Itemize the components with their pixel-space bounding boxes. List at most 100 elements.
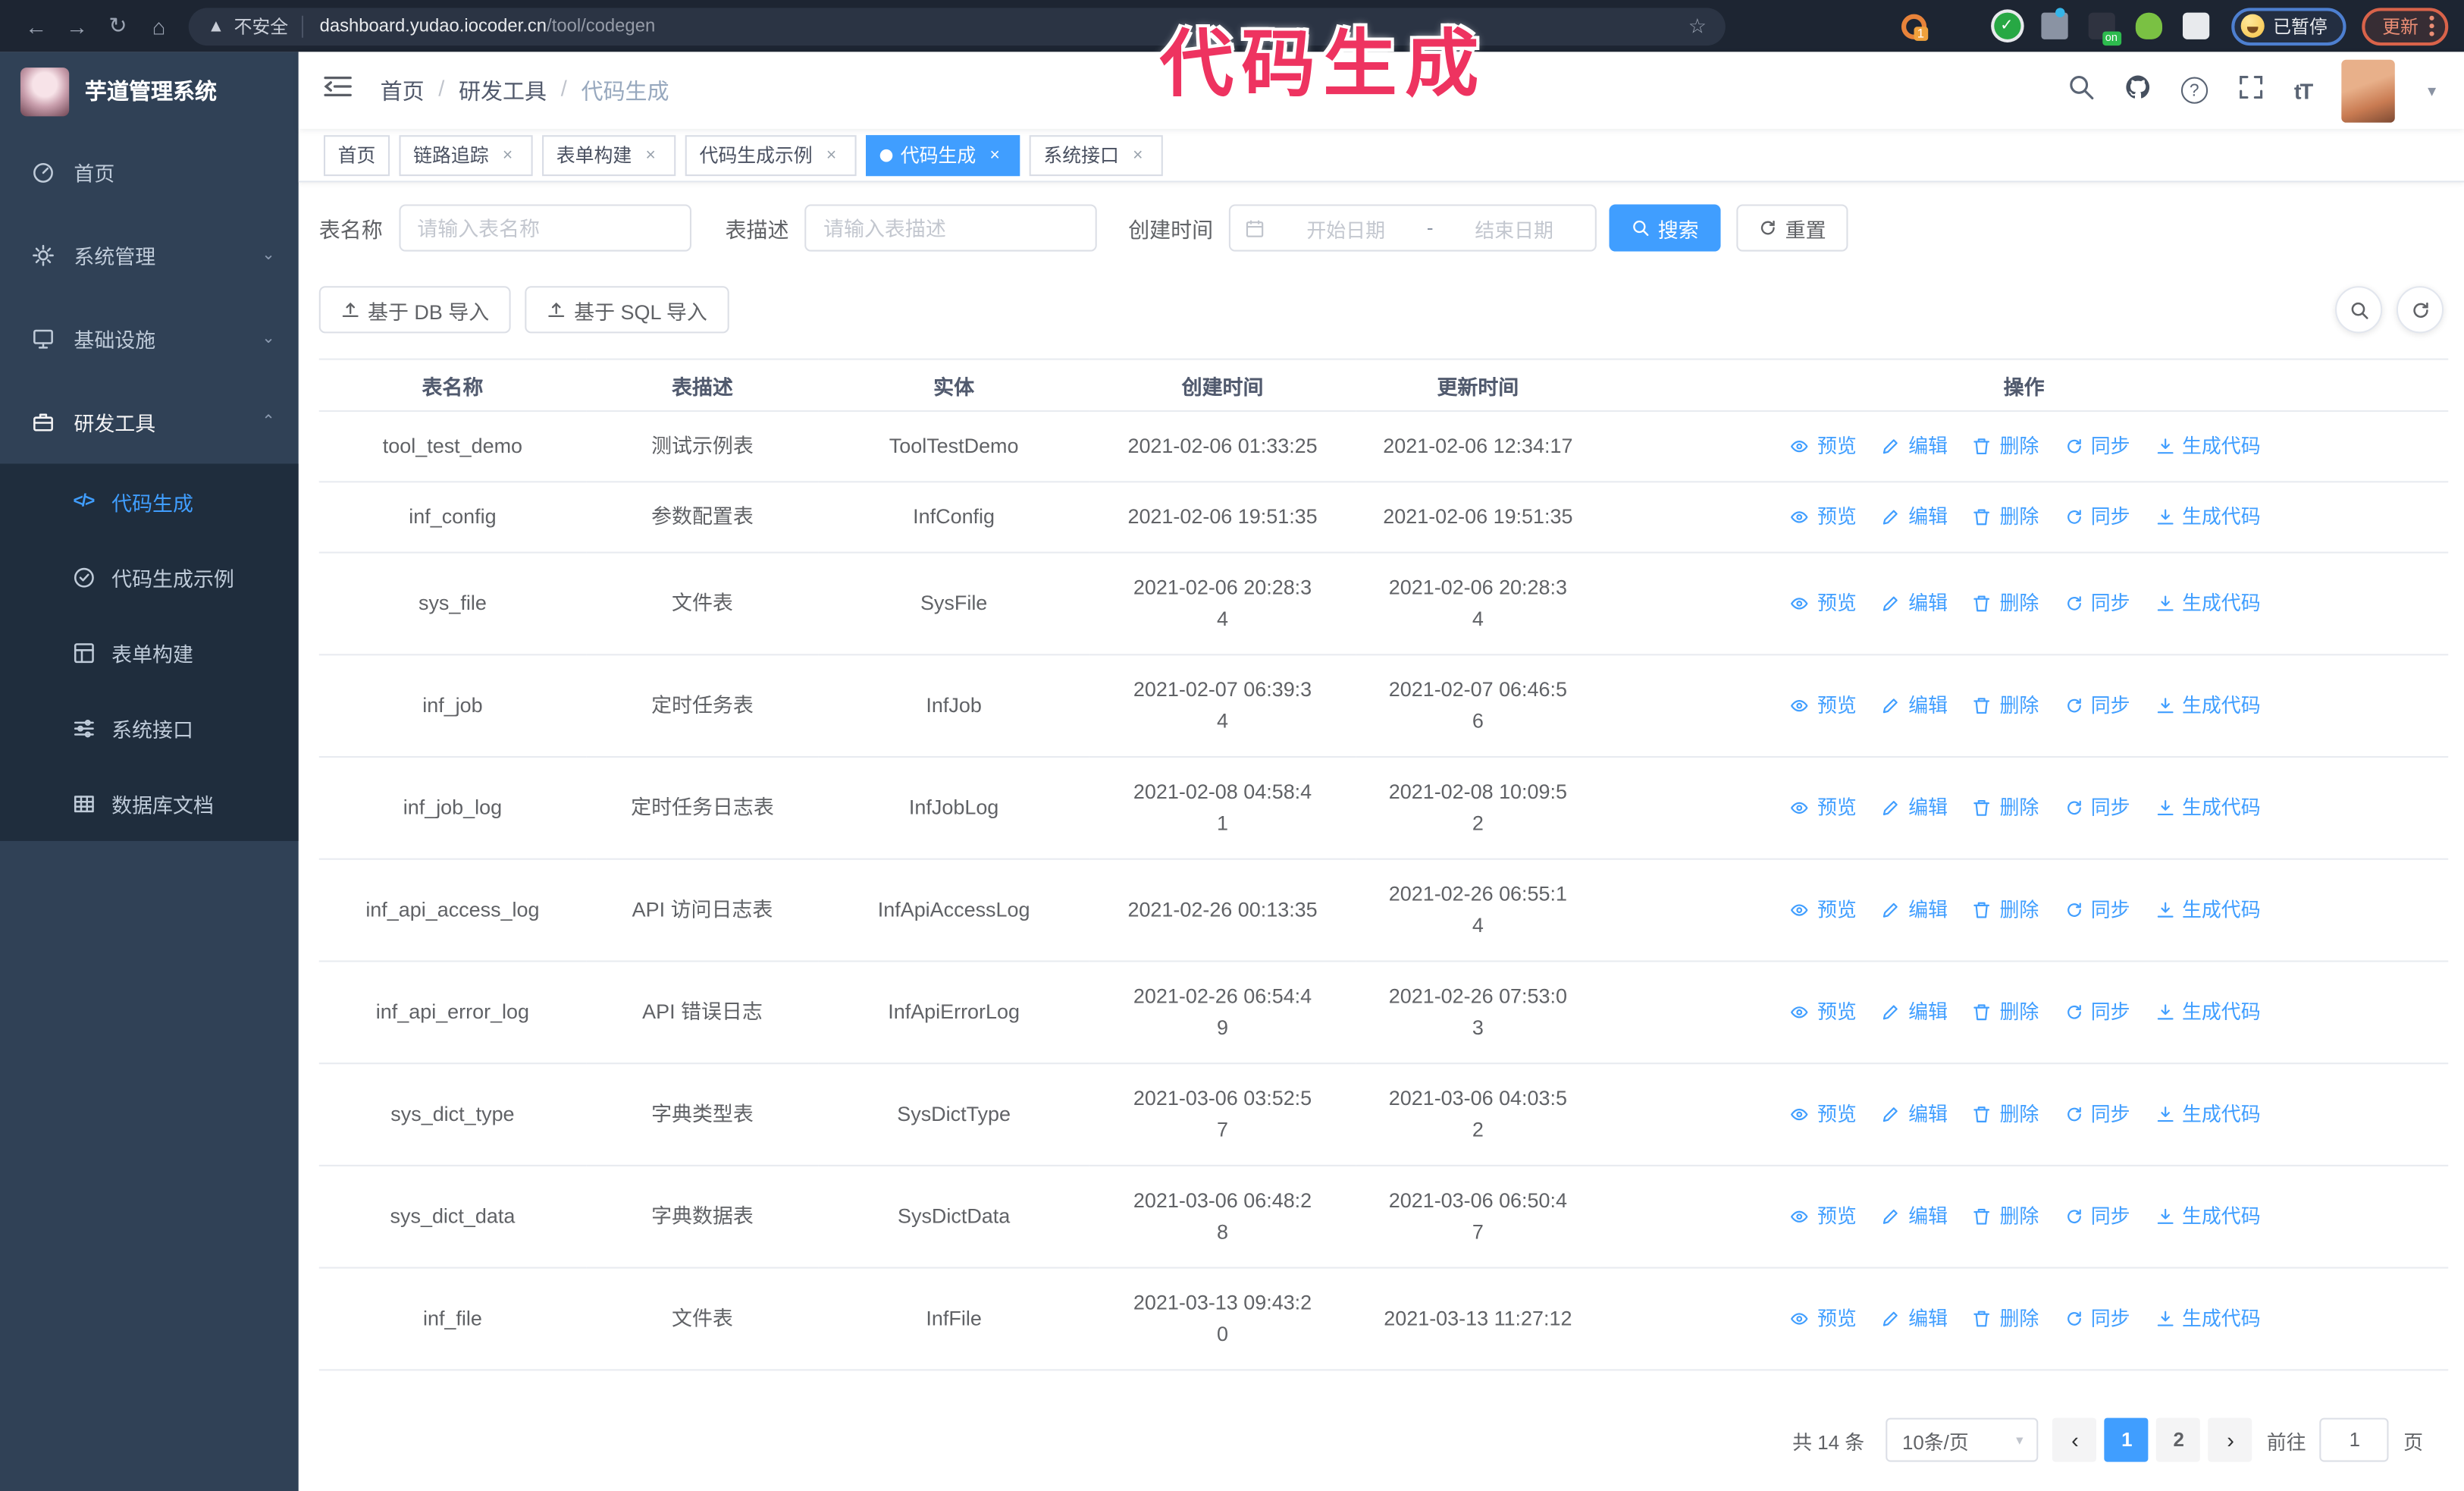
sql-import-button[interactable]: 基于 SQL 导入 [525,286,729,334]
action-同步[interactable]: 同步 [2061,1099,2130,1130]
action-生成代码[interactable]: 生成代码 [2152,1201,2261,1232]
action-生成代码[interactable]: 生成代码 [2152,690,2261,721]
extension-sliders-icon[interactable] [2040,8,2067,39]
action-生成代码[interactable]: 生成代码 [2152,997,2261,1028]
page-size-select[interactable]: 10条/页 ▾ [1886,1417,2039,1462]
action-编辑[interactable]: 编辑 [1879,501,1948,532]
action-删除[interactable]: 删除 [1970,793,2039,824]
extension-orange-icon[interactable]: 1 [1900,13,1928,40]
bookmark-star-icon[interactable]: ☆ [1688,14,1707,39]
action-删除[interactable]: 删除 [1970,501,2039,532]
extension-check-icon[interactable]: ✓ [1993,12,2020,39]
help-icon[interactable]: ? [2180,77,2208,104]
sidebar-subitem-数据库文档[interactable]: 数据库文档 [0,765,299,840]
action-删除[interactable]: 删除 [1970,1201,2039,1232]
action-编辑[interactable]: 编辑 [1879,690,1948,721]
action-删除[interactable]: 删除 [1970,894,2039,925]
table-name-input[interactable] [398,204,691,252]
action-生成代码[interactable]: 生成代码 [2152,1303,2261,1334]
action-编辑[interactable]: 编辑 [1879,894,1948,925]
action-编辑[interactable]: 编辑 [1879,793,1948,824]
profile-paused-button[interactable]: 已暂停 [2230,7,2346,46]
action-同步[interactable]: 同步 [2061,793,2130,824]
fullscreen-icon[interactable] [2237,73,2264,108]
action-预览[interactable]: 预览 [1788,1099,1857,1130]
action-同步[interactable]: 同步 [2061,588,2130,619]
sidebar-subitem-代码生成示例[interactable]: 代码生成示例 [0,539,299,614]
sidebar-subitem-代码生成[interactable]: </> 代码生成 [0,463,299,538]
action-删除[interactable]: 删除 [1970,1099,2039,1130]
avatar[interactable] [2341,58,2395,122]
prev-page-button[interactable]: ‹ [2052,1417,2097,1462]
action-删除[interactable]: 删除 [1970,1303,2039,1334]
action-编辑[interactable]: 编辑 [1879,1099,1948,1130]
forward-icon[interactable]: → [57,14,98,39]
action-编辑[interactable]: 编辑 [1879,1201,1948,1232]
font-size-icon[interactable]: tT [2294,78,2313,103]
tab-代码生成[interactable]: 代码生成 × [866,134,1020,176]
sidebar-subitem-系统接口[interactable]: 系统接口 [0,690,299,765]
action-同步[interactable]: 同步 [2061,1303,2130,1334]
action-同步[interactable]: 同步 [2061,894,2130,925]
tab-close-icon[interactable]: × [820,146,842,165]
extensions-puzzle-icon[interactable] [2181,12,2209,39]
db-import-button[interactable]: 基于 DB 导入 [318,286,512,334]
sidebar-item-系统管理[interactable]: 系统管理 ⌄ [0,214,299,297]
action-预览[interactable]: 预览 [1788,588,1857,619]
sidebar-item-研发工具[interactable]: 研发工具 ⌃ [0,381,299,464]
extension-dark-icon[interactable]: on [2087,12,2121,46]
action-同步[interactable]: 同步 [2061,431,2130,462]
sidebar-item-首页[interactable]: 首页 [0,130,299,214]
extension-animal-icon[interactable] [2134,12,2161,39]
sidebar-subitem-表单构建[interactable]: 表单构建 [0,614,299,689]
next-page-button[interactable]: › [2209,1417,2253,1462]
address-bar[interactable]: ▲ 不安全 dashboard.yudao.iocoder.cn /tool/c… [188,7,1726,46]
action-编辑[interactable]: 编辑 [1879,431,1948,462]
tab-表单构建[interactable]: 表单构建 × [542,134,676,176]
action-生成代码[interactable]: 生成代码 [2152,501,2261,532]
table-desc-input[interactable] [804,204,1097,252]
toggle-search-button[interactable] [2335,286,2383,334]
action-生成代码[interactable]: 生成代码 [2152,793,2261,824]
action-预览[interactable]: 预览 [1788,997,1857,1028]
action-生成代码[interactable]: 生成代码 [2152,431,2261,462]
hamburger-icon[interactable] [324,74,352,107]
home-icon[interactable]: ⌂ [138,14,179,39]
action-删除[interactable]: 删除 [1970,588,2039,619]
page-button-2[interactable]: 2 [2156,1417,2201,1462]
tab-close-icon[interactable]: × [497,146,519,165]
tab-代码生成示例[interactable]: 代码生成示例 × [685,134,857,176]
menu-kebab-icon[interactable] [2429,15,2434,36]
chevron-down-icon[interactable]: ▼ [2425,83,2438,99]
action-编辑[interactable]: 编辑 [1879,1303,1948,1334]
page-button-1[interactable]: 1 [2105,1417,2149,1462]
action-同步[interactable]: 同步 [2061,690,2130,721]
breadcrumb-item[interactable]: 研发工具 [459,74,547,105]
action-同步[interactable]: 同步 [2061,1201,2130,1232]
breadcrumb-item[interactable]: 首页 [381,74,425,105]
tab-首页[interactable]: 首页 [323,134,390,176]
tab-close-icon[interactable]: × [1127,146,1149,165]
chrome-update-button[interactable]: 更新 [2362,7,2449,46]
refresh-table-button[interactable] [2396,286,2444,334]
action-同步[interactable]: 同步 [2061,501,2130,532]
back-icon[interactable]: ← [16,14,57,39]
reload-icon[interactable]: ↻ [98,13,139,39]
sidebar-item-基础设施[interactable]: 基础设施 ⌄ [0,297,299,381]
action-生成代码[interactable]: 生成代码 [2152,588,2261,619]
date-range-picker[interactable]: 开始日期 - 结束日期 [1228,204,1597,252]
action-删除[interactable]: 删除 [1970,997,2039,1028]
tab-close-icon[interactable]: × [640,146,662,165]
goto-page-input[interactable] [2320,1417,2390,1462]
action-编辑[interactable]: 编辑 [1879,997,1948,1028]
action-预览[interactable]: 预览 [1788,431,1857,462]
action-预览[interactable]: 预览 [1788,690,1857,721]
search-button[interactable]: 搜索 [1609,204,1721,252]
action-预览[interactable]: 预览 [1788,894,1857,925]
tab-系统接口[interactable]: 系统接口 × [1029,134,1163,176]
reset-button[interactable]: 重置 [1736,204,1848,252]
action-预览[interactable]: 预览 [1788,793,1857,824]
action-删除[interactable]: 删除 [1970,431,2039,462]
action-生成代码[interactable]: 生成代码 [2152,1099,2261,1130]
extension-gem-icon[interactable] [1946,13,1973,39]
